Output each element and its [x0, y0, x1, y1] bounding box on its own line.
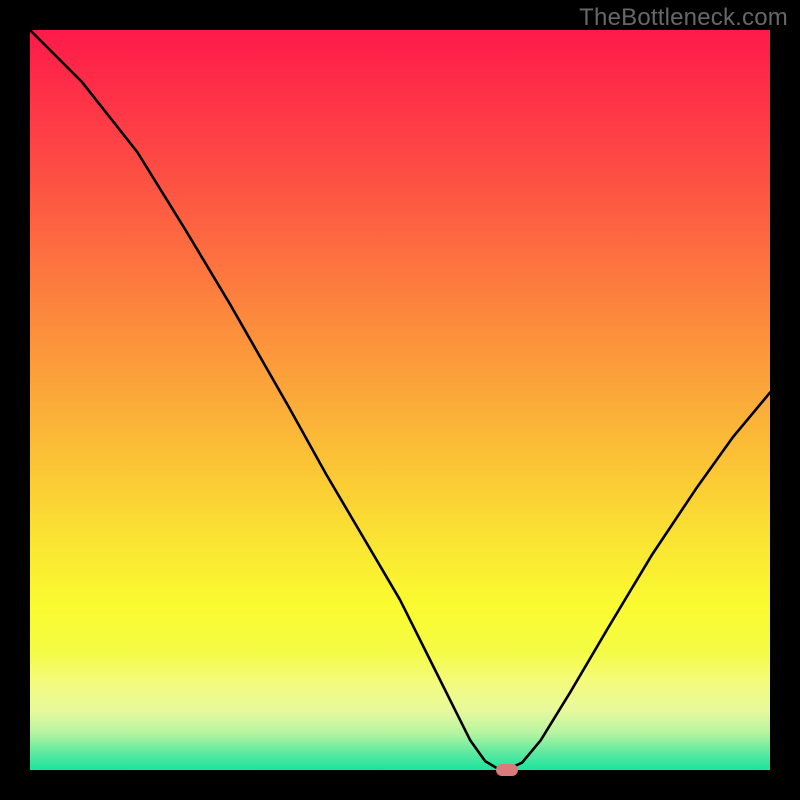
plot-svg: [30, 30, 770, 770]
chart-frame: TheBottleneck.com: [0, 0, 800, 800]
optimal-point-marker: [496, 764, 518, 776]
plot-area: [30, 30, 770, 770]
gradient-background: [30, 30, 770, 770]
watermark-text: TheBottleneck.com: [579, 4, 788, 32]
